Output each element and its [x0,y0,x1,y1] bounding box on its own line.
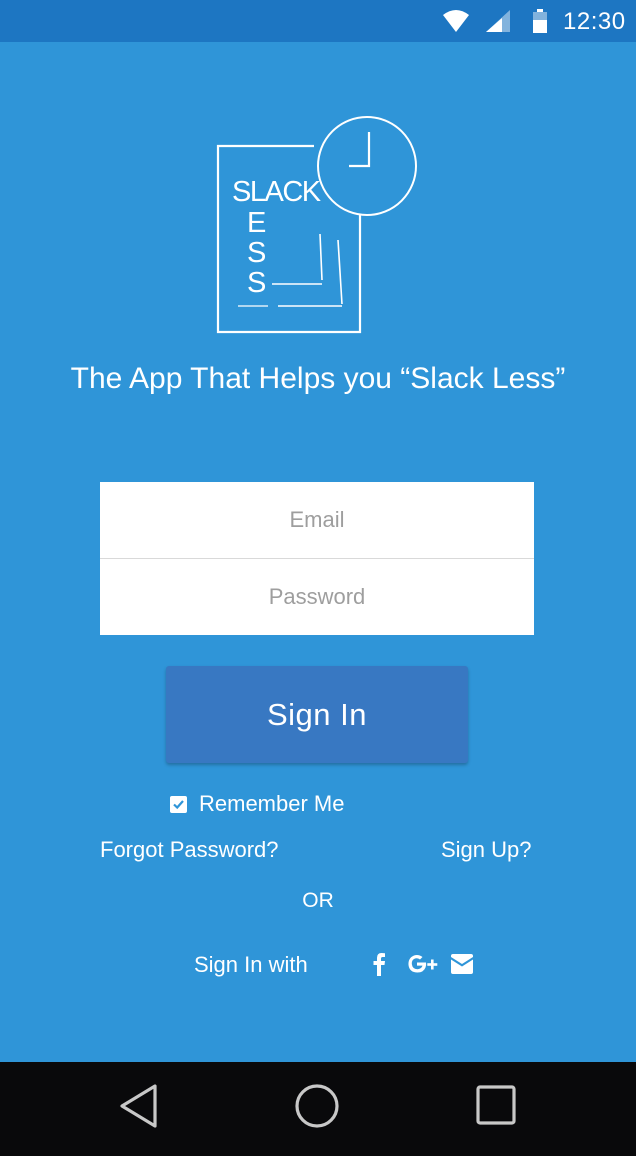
logo-text-s1: S [247,237,266,269]
logo-text-slack: SLACK [232,176,322,208]
status-time: 12:30 [563,8,626,35]
wifi-icon [443,10,469,37]
email-input[interactable] [100,482,534,558]
back-triangle-icon[interactable] [118,1082,160,1135]
remember-me-toggle[interactable]: Remember Me [170,790,344,818]
app-logo: SLACK E S S [210,108,422,340]
recents-square-icon[interactable] [474,1082,518,1135]
logo-text-s2: S [247,267,266,299]
battery-icon [533,9,547,38]
forgot-password-link[interactable]: Forgot Password? [100,837,279,863]
sign-in-button[interactable]: Sign In [166,666,468,763]
sign-in-with-label: Sign In with [194,952,308,977]
home-circle-icon[interactable] [294,1082,340,1135]
check-icon [173,799,184,809]
login-form [100,482,534,635]
google-plus-icon[interactable] [406,952,440,981]
remember-me-label: Remember Me [199,791,345,816]
remember-me-checkbox[interactable] [170,795,187,813]
email-icon[interactable] [450,954,474,979]
logo-text-e: E [247,207,266,239]
tagline: The App That Helps you “Slack Less” [70,362,566,395]
facebook-icon[interactable] [372,952,386,981]
navigation-bar [0,1062,636,1156]
or-divider-label: OR [302,889,334,912]
sign-up-link[interactable]: Sign Up? [441,837,532,863]
cellular-signal-icon [486,10,510,37]
status-bar: 12:30 [0,0,636,42]
password-input[interactable] [100,559,534,635]
